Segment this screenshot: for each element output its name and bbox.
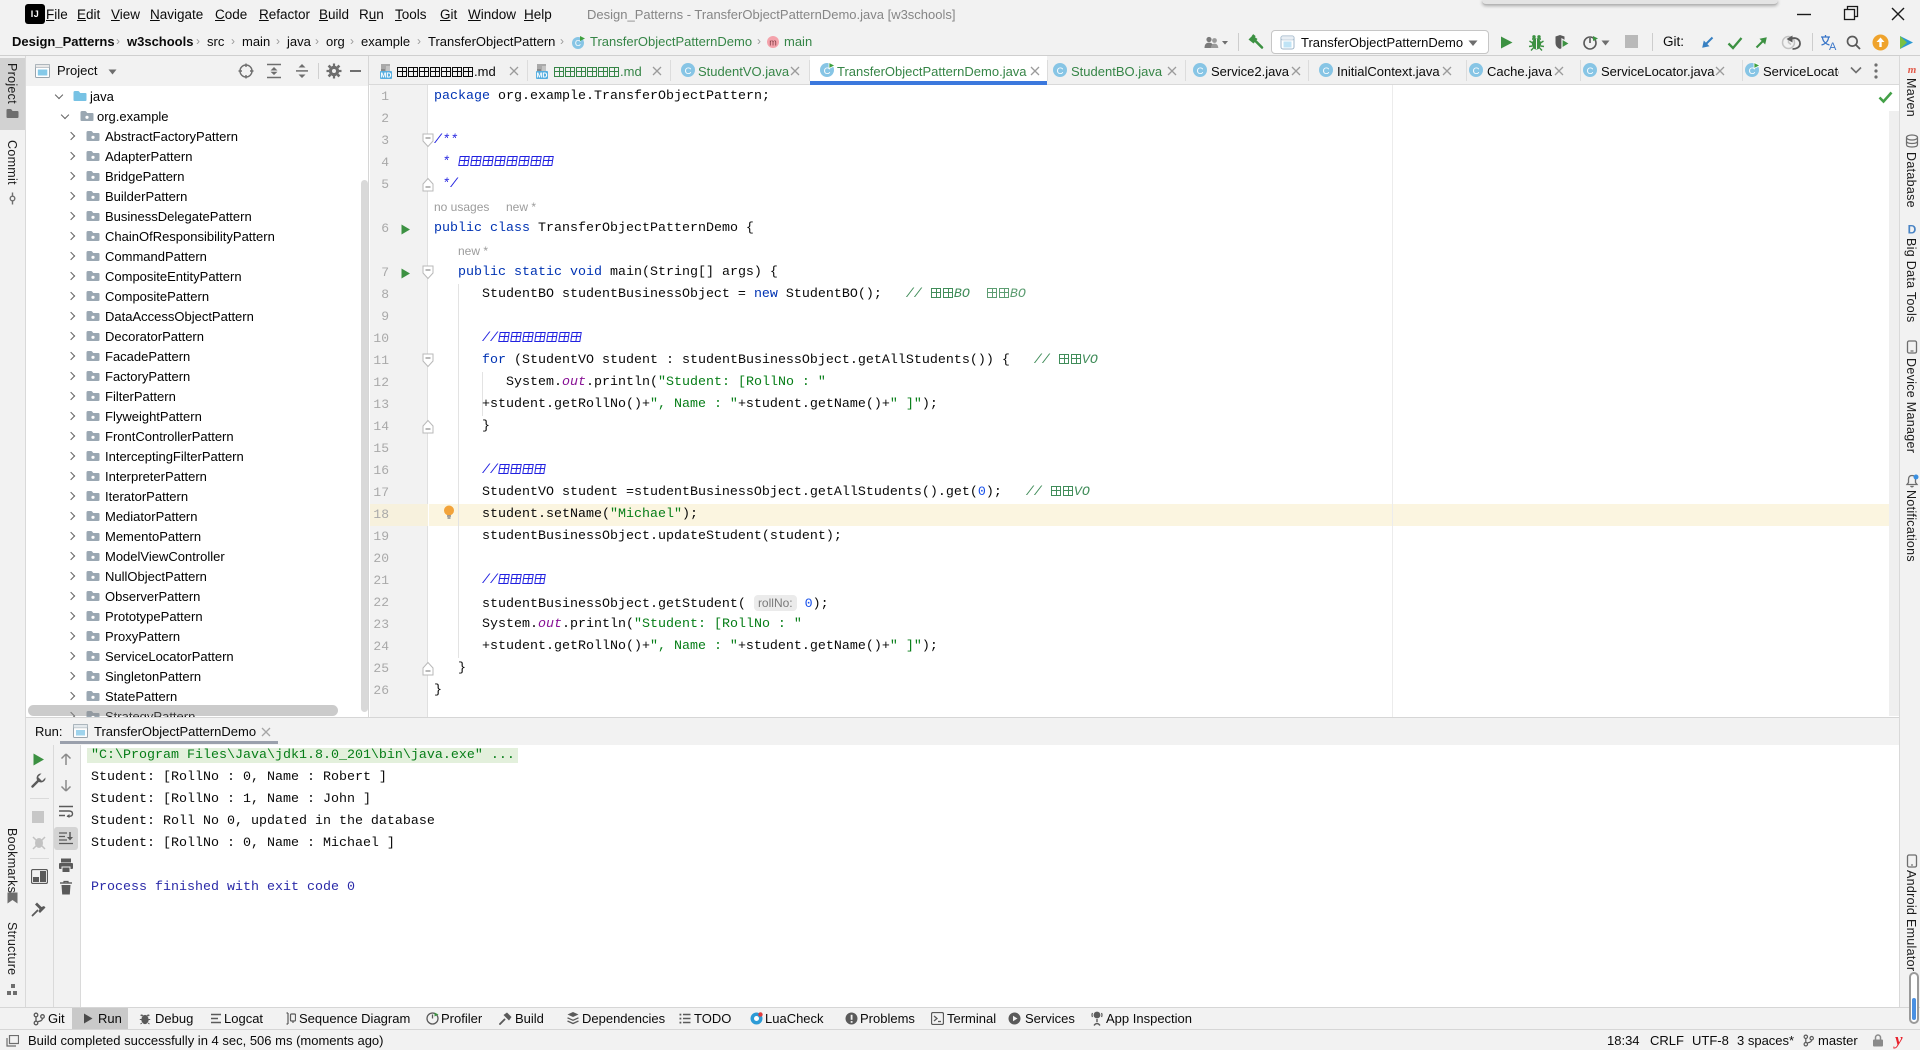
svg-text:m: m <box>1908 64 1917 76</box>
svg-text:MD: MD <box>381 73 392 80</box>
svg-text:C: C <box>1473 66 1480 77</box>
svg-text:C: C <box>1057 66 1064 77</box>
svg-text:C: C <box>1197 66 1204 77</box>
svg-text:D: D <box>1908 223 1917 237</box>
svg-text:MD: MD <box>537 73 548 80</box>
svg-text:C: C <box>685 66 692 77</box>
svg-text:m: m <box>769 38 777 48</box>
svg-text:A: A <box>1829 41 1837 51</box>
svg-text:C: C <box>1323 66 1330 77</box>
svg-text:C: C <box>1587 66 1594 77</box>
